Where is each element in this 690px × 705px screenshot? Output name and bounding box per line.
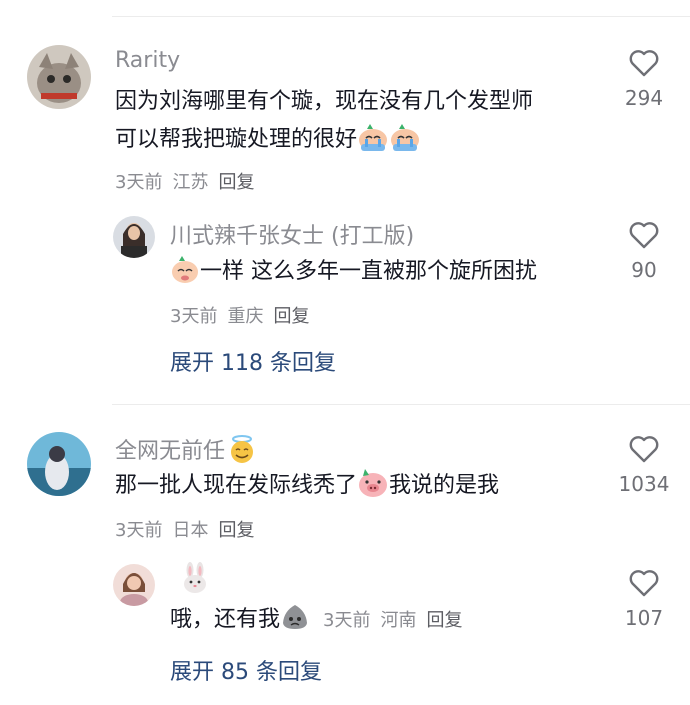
reply-text-content: 哦，还有我 [170,607,281,632]
comment-item: 全网无前任 那一批人现在发际线秃了 我说的是我 3天前 日本 回复 1034 哦，还有… [0,0,690,705]
reply-text: 哦，还有我 3天前 河南 回复 [170,601,472,645]
reply-author[interactable] [180,562,210,600]
comment-author[interactable]: 全网无前任 [115,433,257,470]
comment-author-name: 全网无前任 [115,439,226,464]
like-button[interactable]: 107 [612,568,676,630]
heart-outline-icon [629,570,659,597]
reply-time: 3天前 [323,610,371,631]
comment-text-segment: 那一批人现在发际线秃了 [115,473,358,498]
comment-text: 那一批人现在发际线秃了 我说的是我 [115,467,499,511]
grey-blob-emoji [280,602,310,645]
pig-face-emoji [357,468,389,511]
comment-meta: 3天前 日本 回复 [115,516,264,542]
reply-button[interactable]: 回复 [426,610,462,631]
heart-outline-icon [629,436,659,463]
expand-replies-button[interactable]: 展开 85 条回复 [170,654,322,686]
like-count: 1034 [618,472,670,496]
like-count: 107 [624,606,664,630]
reply-button[interactable]: 回复 [218,520,254,541]
smiling-face-with-halo-emoji [227,434,257,470]
comment-text-segment: 我说的是我 [389,473,500,498]
comment-location: 日本 [172,520,209,541]
reply-location: 河南 [380,610,417,631]
avatar[interactable] [27,432,91,496]
reply-meta: 3天前 河南 回复 [323,610,472,631]
rabbit-face-emoji [180,562,210,600]
reply-avatar[interactable] [113,564,155,606]
comment-time: 3天前 [115,520,163,541]
like-button[interactable]: 1034 [612,434,676,496]
